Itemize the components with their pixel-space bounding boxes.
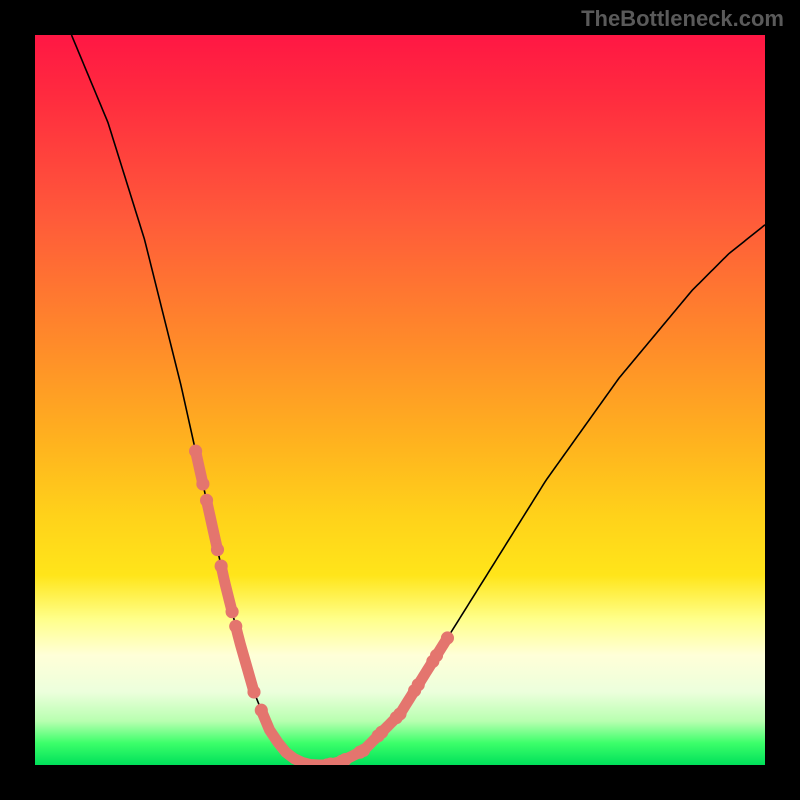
highlight-dash (236, 626, 254, 692)
highlight-dot (255, 704, 268, 717)
highlight-dash (261, 710, 327, 765)
highlight-dashes (189, 445, 454, 765)
curve-overlay (35, 35, 765, 765)
highlight-dot (412, 678, 425, 691)
highlight-dot (189, 445, 202, 458)
highlight-dot (375, 726, 388, 739)
highlight-dot (357, 744, 370, 757)
highlight-dot (430, 649, 443, 662)
highlight-dot (215, 560, 228, 573)
plot-area (35, 35, 765, 765)
highlight-dot (211, 543, 224, 556)
highlight-dash (221, 566, 232, 612)
highlight-dot (200, 494, 213, 507)
highlight-dot (196, 477, 209, 490)
watermark-text: TheBottleneck.com (581, 6, 784, 32)
highlight-dot (393, 707, 406, 720)
highlight-dot (441, 631, 454, 644)
highlight-dot (247, 685, 260, 698)
highlight-dot (229, 620, 242, 633)
highlight-dot (226, 605, 239, 618)
bottleneck-curve (72, 35, 766, 765)
highlight-dash (207, 500, 218, 549)
